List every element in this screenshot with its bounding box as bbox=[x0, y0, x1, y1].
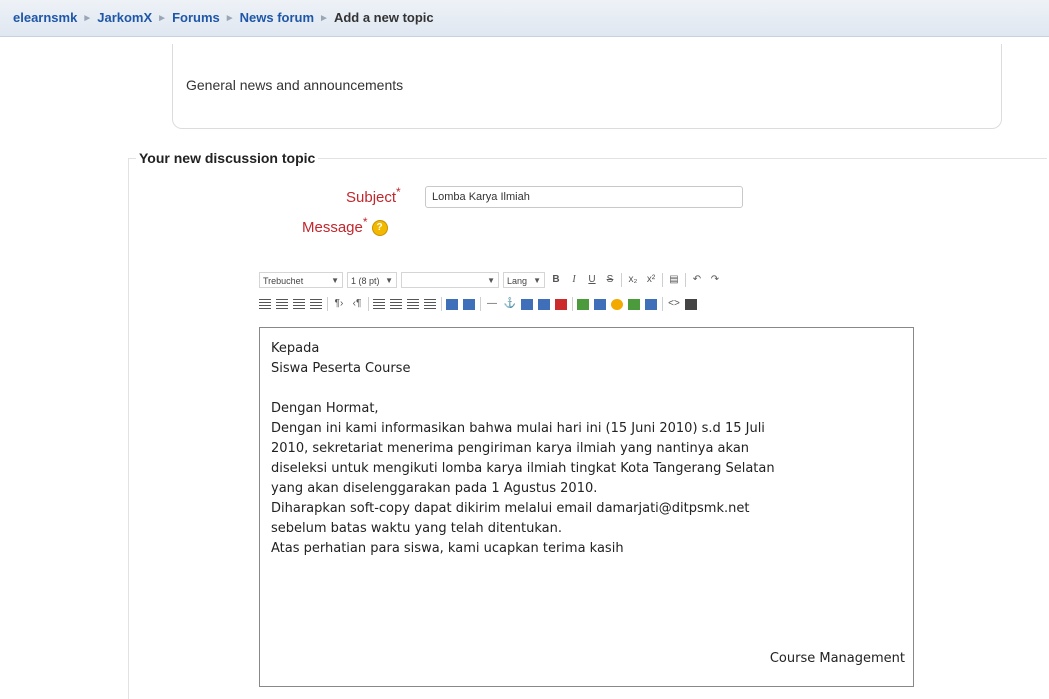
toolbar-divider bbox=[441, 297, 442, 311]
font-family-value: Trebuchet bbox=[263, 276, 304, 286]
message-line: Diharapkan soft-copy dapat dikirim melal… bbox=[271, 501, 750, 516]
chevron-down-icon: ▼ bbox=[487, 276, 495, 285]
outdent-icon[interactable] bbox=[407, 298, 419, 310]
special-char-icon[interactable] bbox=[628, 298, 640, 310]
font-size-value: 1 (8 pt) bbox=[351, 276, 380, 286]
horizontal-rule-icon[interactable]: — bbox=[485, 297, 499, 311]
subject-input[interactable] bbox=[425, 186, 743, 208]
chevron-down-icon: ▼ bbox=[331, 276, 339, 285]
ordered-list-icon[interactable] bbox=[373, 298, 385, 310]
font-size-select[interactable]: 1 (8 pt) ▼ bbox=[347, 272, 397, 288]
rtl-direction-icon[interactable]: ‹¶ bbox=[350, 297, 364, 311]
subject-label: Subject* bbox=[346, 185, 401, 206]
align-center-icon[interactable] bbox=[276, 298, 288, 310]
language-value: Lang bbox=[507, 276, 528, 286]
insert-link-icon[interactable] bbox=[521, 298, 533, 310]
toolbar-divider bbox=[368, 297, 369, 311]
text-color-icon[interactable] bbox=[446, 298, 458, 310]
navigation-bar: elearnsmk ► JarkomX ► Forums ► News forum ► Add … bbox=[0, 0, 1049, 37]
toolbar-divider bbox=[621, 273, 622, 287]
message-line: Siswa Peserta Course bbox=[271, 361, 411, 376]
message-signature: Course Management bbox=[769, 651, 905, 666]
breadcrumb-separator-icon: ► bbox=[82, 13, 93, 24]
indent-icon[interactable] bbox=[424, 298, 436, 310]
align-left-icon[interactable] bbox=[259, 298, 271, 310]
breadcrumb-news-forum[interactable]: News forum bbox=[240, 10, 314, 25]
anchor-icon[interactable]: ⚓ bbox=[503, 297, 517, 311]
message-editor[interactable]: Kepada Siswa Peserta Course Dengan Horma… bbox=[259, 327, 914, 687]
italic-icon[interactable]: I bbox=[567, 273, 581, 287]
chevron-down-icon: ▼ bbox=[385, 276, 393, 285]
insert-image-icon[interactable] bbox=[577, 298, 589, 310]
undo-icon[interactable]: ↶ bbox=[690, 273, 704, 287]
toolbar-divider bbox=[685, 273, 686, 287]
forum-intro-text: General news and announcements bbox=[186, 77, 404, 93]
message-line: sebelum batas waktu yang telah ditentuka… bbox=[271, 521, 562, 536]
breadcrumb-current: Add a new topic bbox=[333, 10, 434, 25]
toolbar-row-1: Trebuchet ▼ 1 (8 pt) ▼ ▼ Lang ▼ B I U S x₂ … bbox=[259, 270, 726, 290]
search-replace-icon[interactable] bbox=[645, 298, 657, 310]
message-line: diseleksi untuk mengikuti lomba karya il… bbox=[271, 461, 775, 476]
toolbar-divider bbox=[327, 297, 328, 311]
unordered-list-icon[interactable] bbox=[390, 298, 402, 310]
ltr-direction-icon[interactable]: ¶› bbox=[332, 297, 346, 311]
message-line: 2010, sekretariat menerima pengiriman ka… bbox=[271, 441, 750, 456]
insert-table-icon[interactable] bbox=[594, 298, 606, 310]
breadcrumb: elearnsmk ► JarkomX ► Forums ► News forum ► Add … bbox=[13, 10, 434, 25]
editor-toolbar: Trebuchet ▼ 1 (8 pt) ▼ ▼ Lang ▼ B I U S x₂ … bbox=[259, 266, 914, 328]
strikethrough-icon[interactable]: S bbox=[603, 273, 617, 287]
message-line: Dengan ini kami informasikan bahwa mulai… bbox=[271, 421, 765, 436]
toolbar-divider bbox=[480, 297, 481, 311]
smiley-icon[interactable] bbox=[611, 298, 623, 310]
toolbar-divider bbox=[572, 297, 573, 311]
subscript-icon[interactable]: x₂ bbox=[626, 273, 640, 287]
breadcrumb-forums[interactable]: Forums bbox=[172, 10, 220, 25]
fieldset-legend: Your new discussion topic bbox=[136, 150, 319, 166]
bold-icon[interactable]: B bbox=[549, 273, 563, 287]
chevron-down-icon: ▼ bbox=[533, 276, 541, 285]
help-icon[interactable]: ? bbox=[371, 220, 388, 237]
breadcrumb-separator-icon: ► bbox=[224, 13, 235, 24]
redo-icon[interactable]: ↷ bbox=[708, 273, 722, 287]
underline-icon[interactable]: U bbox=[585, 273, 599, 287]
message-line: Atas perhatian para siswa, kami ucapkan … bbox=[271, 541, 624, 556]
forum-intro-box: General news and announcements bbox=[172, 44, 1002, 129]
html-source-icon[interactable]: <> bbox=[667, 297, 681, 311]
background-color-icon[interactable] bbox=[463, 298, 475, 310]
superscript-icon[interactable]: x² bbox=[644, 273, 658, 287]
toolbar-row-2: ¶› ‹¶ — ⚓ <> bbox=[259, 294, 702, 314]
font-family-select[interactable]: Trebuchet ▼ bbox=[259, 272, 343, 288]
required-mark: * bbox=[362, 215, 368, 229]
subject-label-text: Subject bbox=[346, 189, 397, 206]
message-line: yang akan diselenggarakan pada 1 Agustus… bbox=[271, 481, 598, 496]
breadcrumb-separator-icon: ► bbox=[319, 13, 329, 24]
fullscreen-icon[interactable] bbox=[685, 298, 697, 310]
breadcrumb-course[interactable]: JarkomX bbox=[97, 10, 152, 25]
unlink-icon[interactable] bbox=[538, 298, 550, 310]
heading-select[interactable]: ▼ bbox=[401, 272, 499, 288]
toolbar-divider bbox=[662, 297, 663, 311]
breadcrumb-site[interactable]: elearnsmk bbox=[13, 10, 77, 25]
language-select[interactable]: Lang ▼ bbox=[503, 272, 545, 288]
required-mark: * bbox=[396, 185, 401, 199]
align-right-icon[interactable] bbox=[293, 298, 305, 310]
toolbar-divider bbox=[662, 273, 663, 287]
message-line: Kepada bbox=[271, 341, 320, 356]
message-label: Message*? bbox=[302, 215, 388, 237]
message-line: Dengan Hormat, bbox=[271, 401, 379, 416]
justify-icon[interactable] bbox=[310, 298, 322, 310]
breadcrumb-separator-icon: ► bbox=[157, 13, 168, 24]
message-body[interactable]: Kepada Siswa Peserta Course Dengan Horma… bbox=[271, 339, 911, 559]
clean-word-icon[interactable]: ▤ bbox=[667, 273, 681, 287]
message-label-text: Message bbox=[302, 219, 363, 236]
nolink-icon[interactable] bbox=[555, 298, 567, 310]
